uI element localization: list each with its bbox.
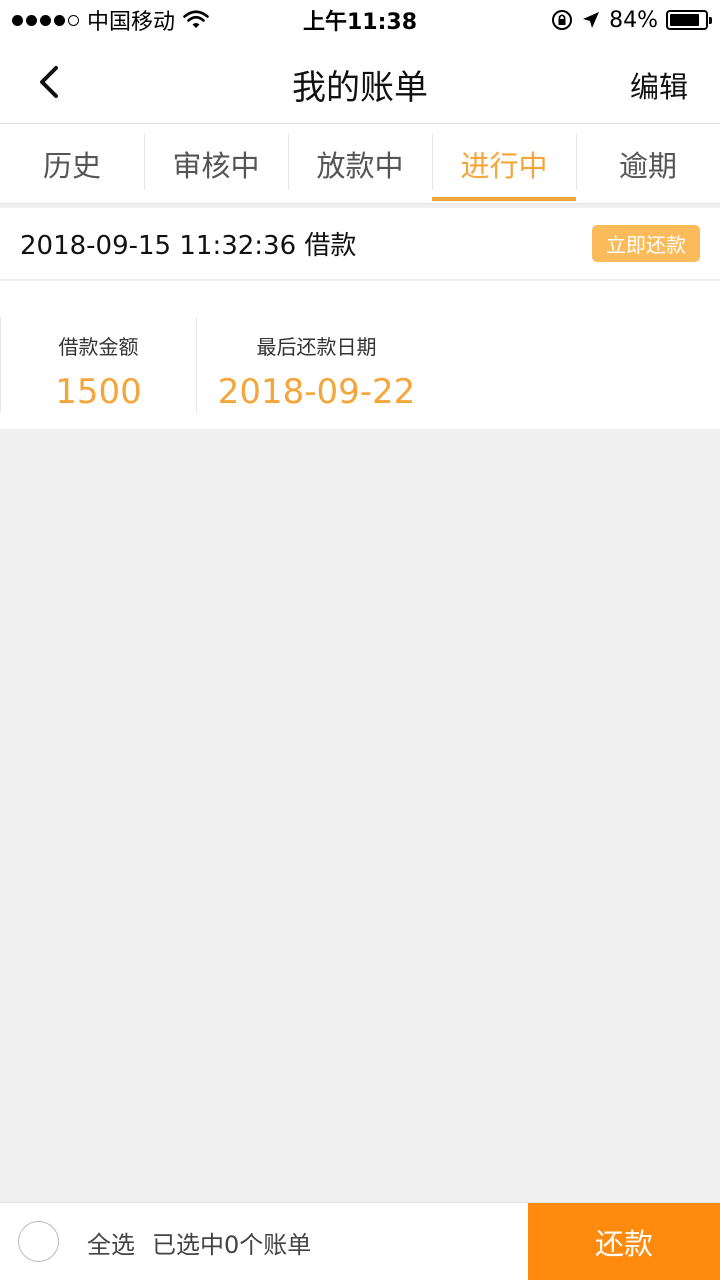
repay-button[interactable]: 还款 (528, 1203, 720, 1280)
tab-under-review[interactable]: 审核中 (144, 124, 288, 203)
tab-overdue[interactable]: 逾期 (576, 124, 720, 203)
location-arrow-icon (583, 12, 600, 28)
page-title: 我的账单 (292, 68, 428, 108)
tab-label: 审核中 (172, 148, 260, 183)
tab-label: 历史 (42, 148, 101, 183)
bottom-bar: 全选 已选中0个账单 还款 (0, 1202, 720, 1280)
tab-label: 逾期 (618, 148, 677, 183)
due-date-block: 最后还款日期 2018-09-22 (196, 317, 436, 413)
nav-bar: 我的账单 编辑 (0, 40, 720, 124)
loan-amount-label: 借款金额 (58, 335, 139, 359)
bill-details[interactable]: 借款金额 1500 最后还款日期 2018-09-22 (0, 281, 720, 429)
signal-strength-icon (12, 14, 79, 26)
active-tab-indicator (432, 197, 576, 201)
loan-amount-block: 借款金额 1500 (0, 317, 196, 413)
edit-button[interactable]: 编辑 (630, 64, 688, 106)
wifi-icon (183, 10, 209, 28)
bill-header[interactable]: 2018-09-15 11:32:36 借款 立即还款 (0, 208, 720, 280)
orientation-lock-icon (552, 10, 573, 30)
tab-history[interactable]: 历史 (0, 124, 144, 203)
battery-percent: 84% (609, 7, 658, 33)
select-all-checkbox[interactable] (18, 1221, 59, 1262)
loan-amount-value: 1500 (55, 372, 142, 412)
carrier-name: 中国移动 (87, 10, 176, 35)
tab-in-progress[interactable]: 进行中 (432, 124, 576, 203)
status-left: 中国移动 (12, 4, 209, 36)
battery-icon (666, 10, 712, 30)
select-all-label[interactable]: 全选 (87, 1225, 135, 1260)
pay-now-button[interactable]: 立即还款 (592, 225, 700, 262)
tab-label: 放款中 (316, 148, 404, 183)
due-date-value: 2018-09-22 (217, 372, 416, 412)
status-bar: 中国移动 上午11:38 84% (0, 0, 720, 40)
tab-disbursing[interactable]: 放款中 (288, 124, 432, 203)
tab-label: 进行中 (460, 148, 548, 183)
bill-title: 2018-09-15 11:32:36 借款 (20, 231, 357, 261)
status-right: 84% (551, 7, 712, 33)
status-tabs: 历史 审核中 放款中 进行中 逾期 (0, 124, 720, 204)
due-date-label: 最后还款日期 (256, 335, 377, 359)
selected-count-text: 已选中0个账单 (152, 1231, 312, 1259)
